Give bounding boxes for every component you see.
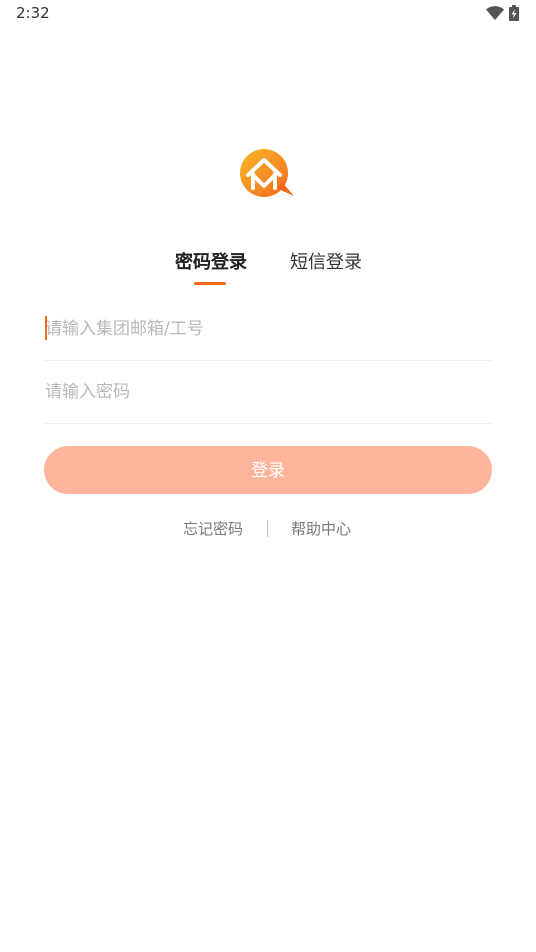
tab-sms-login[interactable]: 短信登录 bbox=[290, 250, 362, 276]
active-tab-indicator bbox=[194, 282, 226, 285]
account-input[interactable] bbox=[45, 314, 485, 344]
account-field bbox=[45, 298, 491, 361]
status-time: 2:32 bbox=[16, 4, 50, 22]
auxiliary-links: 忘记密码 帮助中心 bbox=[0, 518, 536, 540]
status-bar: 2:32 bbox=[0, 0, 536, 28]
login-button[interactable]: 登录 bbox=[44, 446, 492, 494]
text-caret bbox=[45, 316, 47, 340]
link-divider bbox=[267, 520, 268, 537]
password-input[interactable] bbox=[45, 377, 485, 407]
wifi-icon bbox=[486, 6, 504, 20]
tab-password-login[interactable]: 密码登录 bbox=[175, 250, 247, 276]
login-screen: 2:32 密码登录 短信登录 登录 bbox=[0, 0, 536, 952]
forgot-password-link[interactable]: 忘记密码 bbox=[183, 518, 243, 540]
password-field bbox=[45, 361, 491, 424]
login-tabs: 密码登录 短信登录 bbox=[0, 250, 536, 290]
battery-charging-icon bbox=[509, 5, 519, 21]
house-chat-logo bbox=[240, 149, 294, 197]
help-center-link[interactable]: 帮助中心 bbox=[291, 518, 351, 540]
